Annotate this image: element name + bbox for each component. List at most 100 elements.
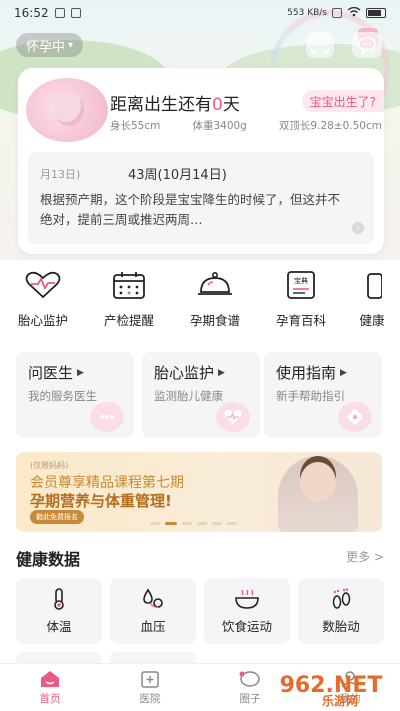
shortcut-label: 孕期食谱	[189, 313, 240, 328]
banner-line1: 会员尊享精品课程第七期	[30, 475, 184, 491]
chat-dots-icon	[90, 402, 124, 432]
notification-icon	[54, 8, 65, 18]
hospital-icon	[138, 669, 162, 689]
status-time: 16:52	[14, 6, 49, 20]
health-item-label: 体温	[46, 618, 72, 634]
fetus-illustration	[26, 78, 108, 142]
shortcut-health[interactable]: 健康	[344, 270, 400, 336]
chevron-right-icon[interactable]: ›	[352, 222, 364, 234]
week-info-box[interactable]: 月13日) 43周(10月14日) 根据预产期，这个阶段是宝宝降生的时候了，但这…	[28, 152, 374, 244]
health-icon	[352, 270, 392, 300]
health-more-link[interactable]: 更多 >	[346, 548, 384, 565]
circle-icon	[238, 669, 262, 689]
service-subtitle: 新手帮助指引	[276, 389, 345, 403]
food-cover-icon	[195, 270, 235, 300]
service-row: 问医生 ▶ 我的服务医生 胎心监护 ▶ 监测胎儿健康 使用指南 ▶ 新手帮助指引	[16, 352, 400, 438]
service-title: 胎心监护	[154, 364, 215, 382]
status-bar: 16:52 553 KB/s	[0, 0, 400, 26]
health-item-diet-exercise[interactable]: 饮食运动	[204, 578, 290, 644]
tab-hospital[interactable]: 医院	[100, 664, 200, 711]
triangle-right-icon: ▶	[77, 367, 84, 378]
health-item-label: 血压	[140, 618, 166, 634]
service-subtitle: 我的服务医生	[28, 389, 97, 403]
stage-label: 怀孕中	[26, 39, 66, 55]
shortcut-label: 孕育百科	[275, 313, 326, 328]
battery-icon	[366, 8, 386, 18]
service-title: 问医生	[28, 364, 74, 382]
countdown-days: 0	[212, 95, 223, 115]
shortcut-label: 胎心监护	[17, 313, 68, 328]
thermometer-icon	[46, 587, 72, 610]
pagination-dot[interactable]	[227, 522, 237, 525]
scan-button[interactable]	[306, 32, 334, 58]
lecturer-photo	[278, 456, 358, 532]
health-item-label: 数胎动	[322, 618, 360, 634]
calendar-icon	[109, 270, 149, 300]
pagination-dot[interactable]	[212, 522, 222, 525]
watermark-sub: 乐游网	[322, 694, 359, 708]
tab-label: 医院	[139, 693, 161, 705]
countdown-prefix: 距离出生还有	[110, 95, 212, 115]
health-item-temperature[interactable]: 体温	[16, 578, 102, 644]
chat-bubble-icon	[358, 37, 376, 54]
baby-length: 身长55cm	[110, 120, 161, 132]
health-item-label: 饮食运动	[221, 618, 272, 634]
chevron-down-icon: ▾	[68, 39, 74, 51]
health-section-title: 健康数据	[16, 550, 81, 569]
service-fetal-monitor[interactable]: 胎心监护 ▶ 监测胎儿健康	[142, 352, 260, 438]
shortcut-label: 健康	[359, 313, 385, 328]
scan-icon	[311, 37, 329, 53]
service-user-guide[interactable]: 使用指南 ▶ 新手帮助指引	[264, 352, 382, 438]
book-icon: 宝典	[281, 270, 321, 300]
week-number: 43周(10月14日)	[128, 168, 227, 183]
triangle-right-icon: ▶	[218, 367, 225, 378]
week-date: 月13日)	[40, 168, 81, 181]
home-icon	[38, 669, 62, 689]
message-button[interactable]	[352, 32, 382, 58]
baby-born-button[interactable]: 宝宝出生了?	[301, 90, 384, 112]
shortcut-label: 产检提醒	[103, 313, 154, 328]
service-subtitle: 监测胎儿健康	[154, 389, 223, 403]
wifi-icon	[347, 6, 361, 20]
pagination-dot[interactable]	[150, 522, 160, 525]
baby-weight: 体重3400g	[192, 120, 247, 132]
shortcut-checkup-reminder[interactable]: 产检提醒	[86, 270, 172, 336]
tab-home[interactable]: 首页	[0, 664, 100, 711]
heart-icon	[216, 402, 250, 432]
heart-pulse-icon	[23, 270, 63, 300]
service-ask-doctor[interactable]: 问医生 ▶ 我的服务医生	[16, 352, 134, 438]
banner-line2: 孕期营养与体重管理!	[30, 492, 172, 510]
baby-stats: 身长55cm 体重3400g 双顶长9.28±0.50cm	[110, 118, 382, 133]
week-description: 根据预产期，这个阶段是宝宝降生的时候了，但这并不绝对，提前三周或推迟两周…	[40, 192, 341, 227]
shortcut-pregnancy-recipes[interactable]: 孕期食谱	[172, 270, 258, 336]
course-banner[interactable]: (仅限妈妈) 会员尊享精品课程第七期 孕期营养与体重管理! 戳此免费报名	[16, 452, 382, 532]
bowl-icon	[234, 588, 260, 610]
tab-label: 圈子	[239, 693, 261, 705]
shortcut-fetal-monitor[interactable]: 胎心监护	[0, 270, 86, 336]
pagination-dot[interactable]	[197, 522, 207, 525]
shortcut-row: 胎心监护 产检提醒 孕期食谱 宝典 孕育百科 健康	[0, 270, 400, 336]
health-grid: 体温 血压 饮食运动 数胎动	[16, 578, 388, 668]
svg-text:宝典: 宝典	[294, 276, 308, 285]
banner-signup-button[interactable]: 戳此免费报名	[30, 510, 84, 524]
pagination-dot-active[interactable]	[165, 522, 177, 525]
service-title: 使用指南	[276, 364, 337, 382]
banner-small-text: (仅限妈妈)	[30, 461, 69, 470]
blood-pressure-icon	[140, 588, 166, 610]
notification-icon	[70, 8, 81, 18]
pregnancy-card[interactable]: 距离出生还有0天 宝宝出生了? 身长55cm 体重3400g 双顶长9.28±0…	[18, 68, 384, 254]
footprint-icon	[328, 587, 354, 610]
guide-icon	[338, 402, 372, 432]
health-item-blood-pressure[interactable]: 血压	[110, 578, 196, 644]
tab-label: 首页	[39, 693, 61, 705]
stage-selector[interactable]: 怀孕中 ▾	[16, 33, 84, 57]
countdown-title: 距离出生还有0天	[110, 90, 240, 115]
pagination-dot[interactable]	[182, 522, 192, 525]
shortcut-pregnancy-encyclopedia[interactable]: 宝典 孕育百科	[258, 270, 344, 336]
triangle-right-icon: ▶	[340, 367, 347, 378]
health-item-kick-count[interactable]: 数胎动	[298, 578, 384, 644]
net-speed: 553 KB/s	[287, 8, 327, 18]
countdown-suffix: 天	[222, 95, 240, 115]
sim-icon	[332, 8, 342, 18]
baby-bpd: 双顶长9.28±0.50cm	[278, 120, 382, 132]
